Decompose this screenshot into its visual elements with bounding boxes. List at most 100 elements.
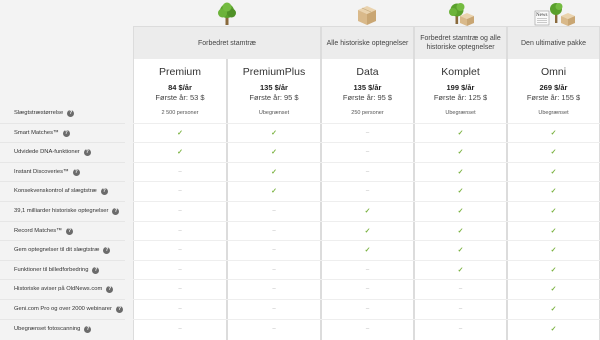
check-icon: ✓ xyxy=(364,228,371,235)
plan-price: 269 $/år xyxy=(539,83,568,92)
tree-and-box-icon xyxy=(449,3,474,26)
plan-icons-row: News xyxy=(0,0,600,26)
news-tree-box-icon: News xyxy=(534,3,575,26)
plan-first-year-price: Første år: 53 $ xyxy=(155,93,205,102)
feature-cell-not-included: – xyxy=(227,284,321,294)
row-divider xyxy=(0,279,125,280)
dash-icon: – xyxy=(365,130,370,136)
feature-cell-included: ✓ xyxy=(227,128,321,138)
group-header-all-records: Alle historiske optegnelser xyxy=(321,26,414,59)
feature-cell-included: ✓ xyxy=(507,226,600,236)
feature-label-text: Konsekvenskontrol af slægtstræ xyxy=(14,188,97,194)
plan-price: 135 $/år xyxy=(260,83,288,92)
plan-column-omni[interactable]: Omni 269 $/år Første år: 155 $ xyxy=(507,59,600,340)
feature-cell-included: ✓ xyxy=(507,147,600,157)
feature-cell-included: ✓ xyxy=(227,167,321,177)
help-icon[interactable]: ? xyxy=(92,266,100,274)
plan-first-year-price: Første år: 95 $ xyxy=(249,93,299,102)
help-icon[interactable]: ? xyxy=(84,325,92,333)
check-icon: ✓ xyxy=(457,267,464,274)
feature-cell-not-included: – xyxy=(414,284,507,294)
feature-cell-included: ✓ xyxy=(133,128,227,138)
feature-cell-included: ✓ xyxy=(414,226,507,236)
feature-label-konsekvenskontrol-af-sl-gtstr: Konsekvenskontrol af slægtstræ? xyxy=(14,186,108,196)
dash-icon: – xyxy=(178,188,182,194)
check-icon: ✓ xyxy=(550,286,557,293)
row-divider xyxy=(0,299,125,300)
help-icon[interactable]: ? xyxy=(62,129,70,137)
feature-cell-included: ✓ xyxy=(507,284,600,294)
row-divider xyxy=(133,221,600,222)
feature-label-text: Instant Discoveries™ xyxy=(14,169,69,175)
feature-cell-included: ✓ xyxy=(321,206,414,216)
plan-column-premiumplus[interactable]: PremiumPlus 135 $/år Første år: 95 $ xyxy=(227,59,321,340)
plan-column-komplet[interactable]: Komplet 199 $/år Første år: 125 $ xyxy=(414,59,507,340)
feature-cell-not-included: – xyxy=(321,304,414,314)
check-icon: ✓ xyxy=(550,149,557,156)
help-icon[interactable]: ? xyxy=(100,187,108,195)
row-divider xyxy=(133,123,600,124)
feature-label-historiske-aviser-pa-oldnews-com: Historiske aviser på OldNews.com? xyxy=(14,284,114,294)
feature-label-funktioner-til-billedforbedring: Funktioner til billedforbedring? xyxy=(14,265,100,275)
feature-cell-value: Ubegrænset xyxy=(507,108,600,118)
feature-cell-not-included: – xyxy=(321,128,414,138)
feature-label-gem-optegnelser-til-dit-sl-gtstr: Gem optegnelser til dit slægtstræ? xyxy=(14,245,111,255)
help-icon[interactable]: ? xyxy=(72,168,80,176)
dash-icon: – xyxy=(365,286,370,292)
feature-label-sl-gtstr-st-rrelse: Slægtstræstørrelse? xyxy=(14,108,75,118)
row-divider xyxy=(0,240,125,241)
help-icon[interactable]: ? xyxy=(115,305,123,313)
help-icon[interactable]: ? xyxy=(106,285,114,293)
check-icon: ✓ xyxy=(457,247,464,254)
box-icon xyxy=(358,6,376,25)
feature-cell-included: ✓ xyxy=(507,206,600,216)
help-icon[interactable]: ? xyxy=(83,148,91,156)
feature-cell-not-included: – xyxy=(227,265,321,275)
feature-label-smart-matches: Smart Matches™? xyxy=(14,128,70,138)
feature-cell-text: Ubegrænset xyxy=(445,110,476,116)
feature-cell-included: ✓ xyxy=(414,245,507,255)
feature-label-text: Slægtstræstørrelse xyxy=(14,110,64,116)
feature-cell-not-included: – xyxy=(321,147,414,157)
feature-cell-not-included: – xyxy=(414,304,507,314)
help-icon[interactable]: ? xyxy=(103,246,111,254)
check-icon: ✓ xyxy=(177,130,183,137)
help-icon[interactable]: ? xyxy=(66,227,74,235)
dash-icon: – xyxy=(272,247,276,253)
feature-cell-not-included: – xyxy=(321,324,414,334)
check-icon: ✓ xyxy=(364,208,371,215)
feature-cell-included: ✓ xyxy=(507,186,600,196)
feature-cell-text: Ubegrænset xyxy=(538,110,569,116)
plan-price: 199 $/år xyxy=(446,83,475,92)
feature-cell-not-included: – xyxy=(414,324,507,334)
check-icon: ✓ xyxy=(177,149,183,156)
check-icon: ✓ xyxy=(457,208,464,215)
row-divider xyxy=(133,279,600,280)
feature-label-text: Record Matches™ xyxy=(14,228,63,234)
check-icon: ✓ xyxy=(271,130,277,137)
feature-cell-included: ✓ xyxy=(507,167,600,177)
feature-cell-included: ✓ xyxy=(507,245,600,255)
check-icon: ✓ xyxy=(550,208,557,215)
feature-label-ubegr-nset-fotoscanning: Ubegrænset fotoscanning? xyxy=(14,324,92,334)
feature-label-text: Historiske aviser på OldNews.com xyxy=(14,286,103,292)
help-icon[interactable]: ? xyxy=(112,207,120,215)
dash-icon: – xyxy=(178,169,182,175)
help-icon[interactable]: ? xyxy=(67,109,75,117)
feature-cell-not-included: – xyxy=(321,167,414,177)
plan-column-premium[interactable]: Premium 84 $/år Første år: 53 $ xyxy=(133,59,227,340)
row-divider xyxy=(0,201,125,202)
dash-icon: – xyxy=(178,326,182,332)
row-divider xyxy=(133,201,600,202)
feature-cell-not-included: – xyxy=(321,265,414,275)
check-icon: ✓ xyxy=(457,188,464,195)
row-divider xyxy=(133,181,600,182)
row-divider xyxy=(0,142,125,143)
feature-cell-value: Ubegrænset xyxy=(227,108,321,118)
dash-icon: – xyxy=(178,306,182,312)
dash-icon: – xyxy=(178,208,182,214)
plan-column-data[interactable]: Data 135 $/år Første år: 95 $ xyxy=(321,59,414,340)
feature-cell-text: 2 500 personer xyxy=(161,110,199,116)
row-divider xyxy=(0,162,125,163)
dash-icon: – xyxy=(178,286,182,292)
